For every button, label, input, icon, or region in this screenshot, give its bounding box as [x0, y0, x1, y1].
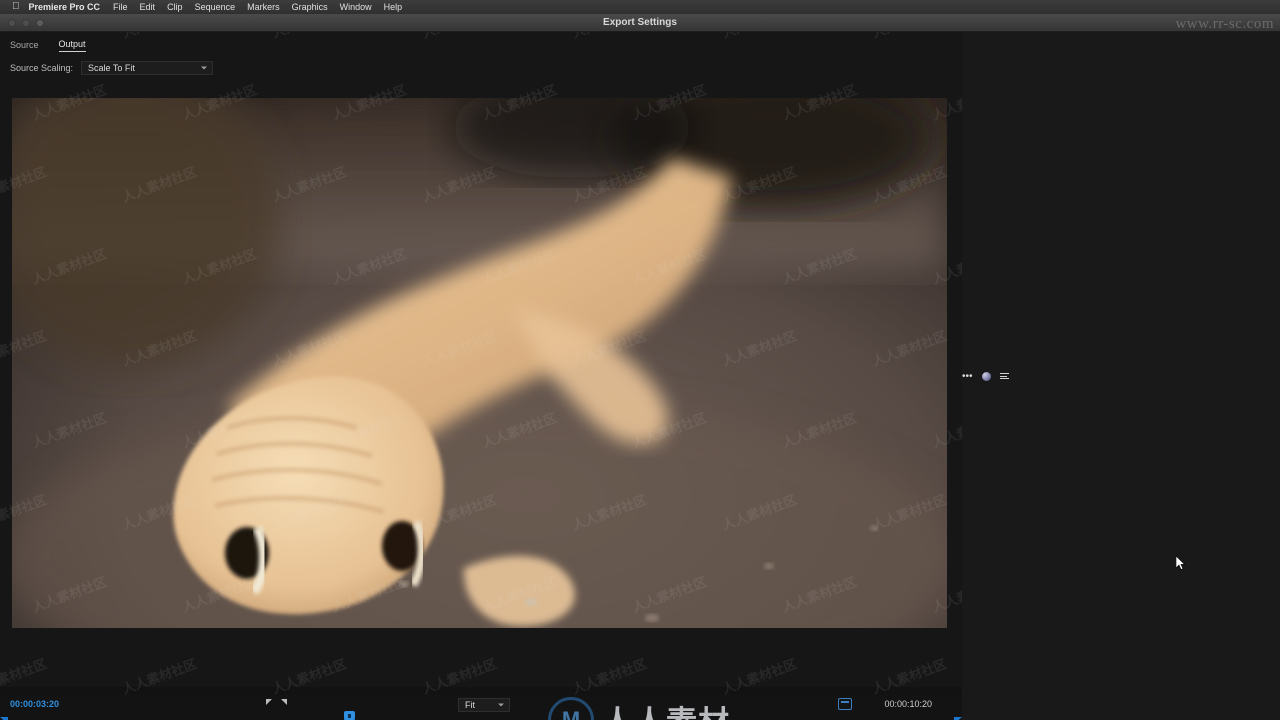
zoom-level-value: Fit [465, 700, 475, 710]
source-output-tabs: Source Output [0, 36, 962, 52]
preview-timeline: 00:00:03:20 Fit 00:00:10:20 Source Range… [0, 694, 962, 720]
source-scaling-label: Source Scaling: [10, 63, 74, 73]
apple-icon[interactable]:  [12, 2, 20, 12]
globe-icon[interactable] [981, 371, 991, 381]
mouse-cursor [1176, 556, 1185, 570]
menu-item-help[interactable]: Help [384, 2, 403, 12]
video-preview[interactable] [12, 98, 947, 628]
source-scaling-dropdown[interactable]: Scale To Fit [81, 61, 214, 75]
menu-item-graphics[interactable]: Graphics [292, 2, 328, 12]
window-title-bar: Export Settings [0, 14, 1280, 32]
close-window-button[interactable] [8, 18, 16, 27]
source-output-pane: Source Output Source Scaling: Scale To F… [0, 32, 962, 720]
tab-output[interactable]: Output [58, 39, 86, 52]
end-timecode[interactable]: 00:00:10:20 [884, 699, 932, 709]
menu-item-sequence[interactable]: Sequence [195, 2, 236, 12]
menu-item-clip[interactable]: Clip [167, 2, 183, 12]
watermark-url: www.rr-sc.com [1175, 16, 1274, 32]
in-out-marker-buttons[interactable] [266, 699, 287, 705]
zoom-level-dropdown[interactable]: Fit [458, 698, 510, 712]
chevron-down-icon [201, 66, 208, 70]
menu-item-markers[interactable]: Markers [247, 2, 280, 12]
set-out-point-icon[interactable] [281, 699, 287, 705]
menu-item-edit[interactable]: Edit [140, 2, 156, 12]
tab-source[interactable]: Source [10, 40, 39, 52]
minimize-window-button[interactable] [22, 18, 30, 27]
mac-menu-bar:  Premiere Pro CC File Edit Clip Sequenc… [0, 0, 1280, 720]
app-name-label[interactable]: Premiere Pro CC [29, 2, 101, 12]
export-frame-icon[interactable] [838, 698, 852, 710]
set-in-point-icon[interactable] [266, 699, 272, 705]
chevron-down-icon [498, 703, 504, 707]
maximize-window-button[interactable] [36, 18, 44, 27]
window-traffic-lights[interactable] [0, 18, 44, 27]
menu-item-file[interactable]: File [113, 2, 128, 12]
control-center-icon[interactable] [999, 371, 1009, 381]
window-title: Export Settings [603, 17, 677, 28]
playhead-handle[interactable] [344, 711, 355, 720]
preview-frame-image [12, 98, 947, 628]
source-scaling-value: Scale To Fit [88, 63, 135, 73]
source-scaling-row: Source Scaling: Scale To Fit [0, 58, 962, 78]
menu-item-window[interactable]: Window [340, 2, 372, 12]
premiere-export-settings-window:  Premiere Pro CC File Edit Clip Sequenc… [0, 0, 1280, 720]
more-menu-icon[interactable]: ••• [962, 371, 973, 382]
current-timecode[interactable]: 00:00:03:20 [10, 699, 59, 709]
